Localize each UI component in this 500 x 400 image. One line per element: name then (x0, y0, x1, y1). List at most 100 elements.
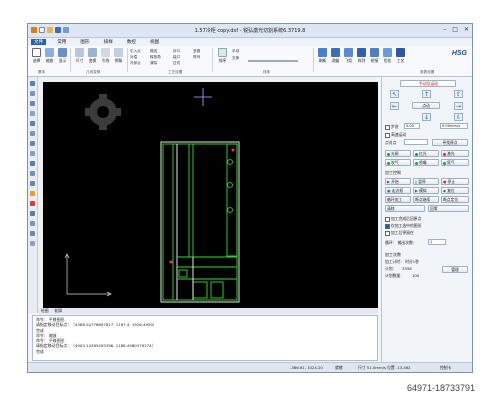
nozzle-button[interactable]: 喷嘴 (413, 159, 439, 166)
point-value-input[interactable] (404, 139, 428, 145)
fly-cut-button[interactable]: 飞切 (342, 48, 355, 64)
frame-button[interactable]: ▣ 走边框 (385, 187, 411, 194)
mirror-tool-icon[interactable] (30, 191, 35, 196)
continuous-checkbox[interactable]: 高速运动 (385, 132, 406, 138)
clear-button[interactable]: 清除 (385, 205, 425, 212)
locate-breakpoint-button[interactable]: 断点定位 (441, 196, 469, 203)
return-origin-checkbox[interactable]: 加工完成后回原点 (385, 216, 421, 222)
up-arrow-icon[interactable]: ↑ (422, 90, 431, 98)
step-mode-button[interactable]: 点动 (412, 102, 440, 109)
spline-tool-icon[interactable] (30, 181, 35, 186)
delete-tool-icon[interactable] (30, 201, 35, 206)
laser-button[interactable]: 激光 (441, 150, 469, 157)
find-origin-button[interactable]: 寻找原点 (432, 139, 468, 146)
seal-item[interactable]: 封口 (173, 49, 180, 54)
part-outline[interactable] (160, 141, 240, 303)
maximize-icon[interactable]: □ (452, 26, 458, 33)
star-tool-icon[interactable] (30, 141, 35, 146)
minimize-icon[interactable]: – (443, 26, 446, 33)
lead-in-item[interactable]: 引入点 (130, 49, 141, 54)
micro-joint-item[interactable]: 微连 (150, 49, 157, 54)
optimize-button[interactable]: 优化 (381, 48, 394, 64)
align-tool-icon[interactable] (30, 241, 35, 246)
bridge-button[interactable]: 桥接 (368, 48, 381, 64)
right-arrow-icon[interactable]: → (454, 102, 463, 110)
zoom-button[interactable]: 缩放 (43, 48, 56, 64)
resume-breakpoint-button[interactable]: 断点继续 (413, 196, 439, 203)
red-light-button[interactable]: 红光 (413, 150, 439, 157)
drawing-canvas[interactable] (43, 82, 378, 308)
return-zero-button[interactable]: 回零 (428, 205, 469, 212)
selected-only-checkbox[interactable]: 仅加工选中的图形 (385, 223, 421, 229)
ellipse-tool-icon[interactable] (30, 171, 35, 176)
loop-process-button[interactable]: 循环加工 (385, 196, 411, 203)
blow-label: 吹气 (391, 160, 399, 165)
lead-button[interactable]: 引线 (99, 48, 112, 64)
refresh-button[interactable]: 刷新 (316, 48, 329, 64)
stay-after-checkbox[interactable]: 加工后停留在 (385, 230, 414, 236)
line-tool-icon[interactable] (30, 91, 35, 96)
step-checkbox[interactable]: 步进 (385, 124, 399, 130)
down-right-arrow-icon[interactable]: ⇩ (454, 113, 463, 121)
overcut-item[interactable]: 过切 (173, 61, 180, 66)
simulate-button[interactable]: ▶ 模拟 (413, 187, 439, 194)
notch-item[interactable]: 缺口 (173, 55, 180, 60)
tab-drawing[interactable]: 绘图 (41, 308, 49, 314)
rect-tool-icon[interactable] (30, 121, 35, 126)
tab-contours[interactable]: 轮廓 (55, 308, 63, 314)
move-tool-icon[interactable] (30, 211, 35, 216)
nitrogen-button[interactable]: 氮气 (441, 159, 469, 166)
nozzle-label: 喷嘴 (419, 160, 427, 165)
multi-loop-item[interactable]: 多圈 (193, 49, 200, 54)
move-title: 手动及运动 (400, 80, 456, 87)
scale-tool-icon[interactable] (30, 231, 35, 236)
chamfer-button[interactable]: 倒角 (112, 48, 125, 64)
menu-tab-home[interactable]: 常用 (54, 39, 69, 45)
left-arrow-icon[interactable]: ← (390, 102, 399, 110)
menu-tab-nesting[interactable]: 排样 (101, 39, 116, 45)
arc-tool-icon[interactable] (30, 111, 35, 116)
menu-tab-cnc[interactable]: 数控 (124, 39, 139, 45)
cooling-point-item[interactable]: 冷却点 (130, 61, 141, 66)
origin-axes (64, 253, 112, 297)
menu-tab-view[interactable]: 视图 (147, 39, 162, 45)
rotate-tool-icon[interactable] (30, 221, 35, 226)
down-arrow-icon[interactable]: ↓ (422, 113, 431, 121)
select-button[interactable]: 选择 (30, 48, 43, 64)
menu-tab-graphics[interactable]: 图形 (77, 39, 92, 45)
pause-button[interactable]: ‖ 暂停 (413, 178, 439, 185)
polygon-tool-icon[interactable] (30, 131, 35, 136)
pointer-tool-icon[interactable] (30, 81, 35, 86)
close-icon[interactable]: ✕ (464, 26, 469, 33)
clear-item[interactable]: 清除 (150, 61, 157, 66)
sort-slider[interactable] (248, 60, 298, 62)
release-corner-item[interactable]: 释放角 (150, 55, 161, 60)
loop-count-input[interactable]: 1 (428, 239, 446, 245)
up-right-arrow-icon[interactable]: ⇧ (454, 90, 463, 98)
step-value-input[interactable]: 5.00 (404, 123, 420, 129)
menu-tab-file[interactable]: 文件 (31, 39, 47, 45)
size-button[interactable]: 尺寸 (73, 48, 86, 64)
transform-button[interactable]: 变换 (86, 48, 99, 64)
manual-sort-item[interactable]: 手动 (232, 49, 239, 54)
measure-button[interactable]: 测量 (329, 48, 342, 64)
text-tool-icon[interactable] (30, 151, 35, 156)
sort-button[interactable]: 排序 (216, 48, 229, 64)
up-left-arrow-icon[interactable]: ↖ (390, 90, 399, 98)
start-button[interactable]: ▶ 开始 (385, 178, 411, 185)
reset-button[interactable]: ◆ 复位 (441, 187, 469, 194)
loop-label: 循环： 输出次数： (385, 240, 417, 245)
process-params-button[interactable]: 工艺 (394, 48, 407, 64)
manage-button[interactable]: 管理 (442, 266, 468, 273)
circle-tool-icon[interactable] (30, 101, 35, 106)
display-button[interactable]: 显示 (56, 48, 69, 64)
blow-button[interactable]: 吹气 (385, 159, 411, 166)
array-button[interactable]: 阵列 (355, 48, 368, 64)
array-item[interactable]: 阵列 (193, 55, 200, 60)
stop-button[interactable]: ● 停止 (441, 178, 469, 185)
point-tool-icon[interactable] (30, 161, 35, 166)
compensation-item[interactable]: 补偿 (130, 55, 137, 60)
shutter-button[interactable]: 光闸 (385, 150, 411, 157)
speed-value-input[interactable]: 9.00mm/s (440, 123, 468, 129)
swap-item[interactable]: 交换 (232, 56, 239, 61)
